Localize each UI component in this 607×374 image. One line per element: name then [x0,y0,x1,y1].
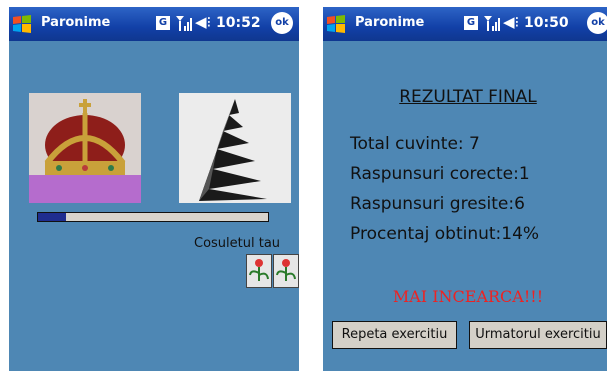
gprs-icon: G [156,16,170,30]
signal-strength-icon[interactable] [175,13,193,33]
title-bar: Paronime G ◀︎⁝ 10:52 ok [9,7,299,41]
tower-icon [179,93,291,203]
flower-icon [249,259,269,281]
wrong-answers-stat: Raspunsuri gresite:6 [350,194,525,214]
clock[interactable]: 10:50 [524,15,569,31]
progress-bar [37,212,269,222]
result-title: REZULTAT FINAL [399,87,537,107]
progress-fill [38,213,66,221]
gprs-icon: G [464,16,478,30]
volume-icon[interactable]: ◀︎⁝ [503,13,519,31]
retry-message: MAI INCEARCA!!! [392,287,544,306]
volume-icon[interactable]: ◀︎⁝ [195,13,211,31]
title-bar: Paronime G ◀︎⁝ 10:50 ok [323,7,607,41]
spiral-tower-picture[interactable] [179,93,291,203]
repeat-exercise-button[interactable]: Repeta exercitiu [332,321,457,349]
crown-picture[interactable] [29,93,141,203]
correct-answers-stat: Raspunsuri corecte:1 [350,164,530,184]
crown-icon [29,93,141,203]
clock[interactable]: 10:52 [216,15,261,31]
flower-thumbnail[interactable] [273,254,299,288]
windows-start-icon[interactable] [325,14,347,34]
flower-thumbnail[interactable] [246,254,272,288]
next-exercise-button[interactable]: Urmatorul exercitiu [469,321,607,349]
total-words-stat: Total cuvinte: 7 [350,134,480,154]
percentage-stat: Procentaj obtinut:14% [350,224,540,244]
basket-label: Cosuletul tau [194,236,281,251]
signal-strength-icon[interactable] [483,13,501,33]
app-title: Paronime [355,15,425,30]
ok-button[interactable]: ok [587,12,607,34]
flower-icon [276,259,296,281]
app-title: Paronime [41,15,111,30]
right-screen: Paronime G ◀︎⁝ 10:50 ok REZULTAT FINAL T… [323,7,607,371]
left-screen: Paronime G ◀︎⁝ 10:52 ok Cosuletul tau [9,7,299,371]
ok-button[interactable]: ok [271,12,293,34]
windows-start-icon[interactable] [11,14,33,34]
